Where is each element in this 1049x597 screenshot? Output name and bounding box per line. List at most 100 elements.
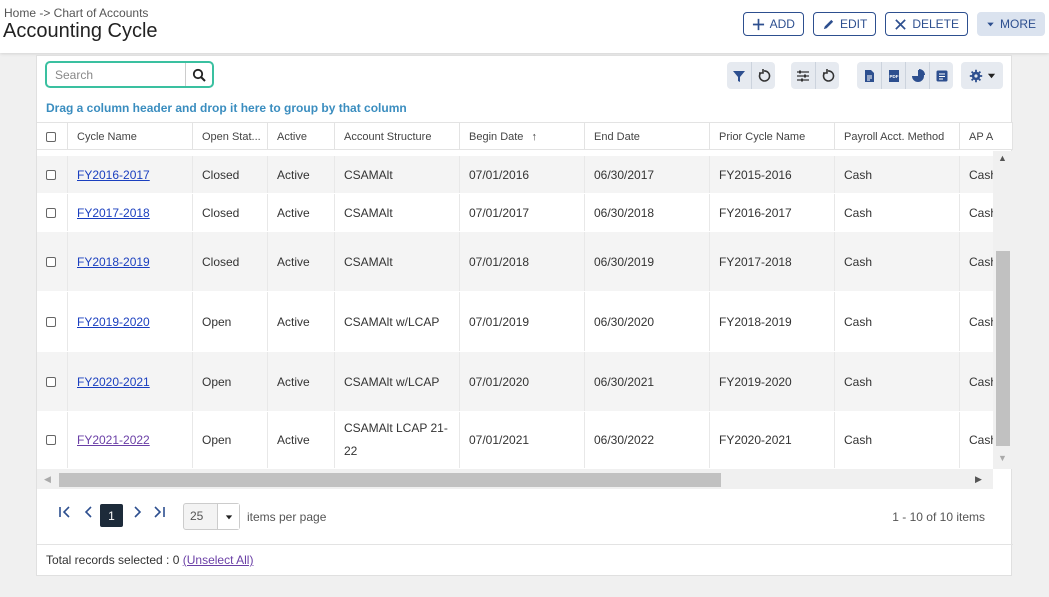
report-icon[interactable] (929, 62, 953, 89)
pager-info: 1 - 10 of 10 items (892, 510, 985, 524)
search-input[interactable]: Search (47, 63, 186, 86)
next-page-icon[interactable] (130, 505, 144, 522)
more-button[interactable]: MORE (977, 12, 1045, 36)
scroll-right-icon[interactable]: ▶ (975, 474, 982, 485)
row-checkbox[interactable] (46, 207, 56, 218)
action-bar: ADD EDIT DELETE MORE (742, 12, 1045, 36)
payroll-method-cell: Cash (835, 352, 960, 411)
cycle-name-cell: FY2021-2022 (68, 412, 193, 468)
first-page-icon[interactable] (58, 505, 72, 522)
column-header-label: AP A (969, 130, 994, 143)
scroll-left-icon[interactable]: ◀ (44, 474, 51, 485)
row-select-cell (37, 352, 68, 411)
active-cell: Active (268, 232, 335, 291)
column-header-open-status[interactable]: Open Stat... (193, 123, 268, 150)
pdf-icon[interactable]: PDF (881, 62, 905, 89)
scroll-down-icon[interactable]: ▼ (998, 453, 1007, 463)
page-size-select[interactable]: 25 (183, 503, 240, 530)
ap-method-cell: Cash (969, 254, 993, 269)
delete-button-label: DELETE (912, 17, 959, 31)
search-icon[interactable] (186, 63, 212, 86)
settings-menu[interactable] (961, 62, 1003, 89)
filter-icon[interactable] (727, 62, 751, 89)
row-checkbox[interactable] (46, 169, 56, 180)
items-per-page-label: items per page (247, 510, 327, 524)
grid-panel: Search PDF Drag a column header and drop… (36, 55, 1013, 576)
ap-method-cell: Cash (969, 167, 993, 182)
end-date-cell: 06/30/2022 (585, 412, 710, 468)
reset-columns-icon[interactable] (815, 62, 839, 89)
current-page-button[interactable]: 1 (100, 504, 123, 527)
add-button[interactable]: ADD (742, 12, 804, 36)
payroll-method-cell: Cash (835, 412, 960, 468)
group-by-hint[interactable]: Drag a column header and drop it here to… (46, 101, 407, 115)
scroll-up-icon[interactable]: ▲ (998, 153, 1007, 163)
column-header-label: Begin Date (469, 130, 524, 143)
edit-button-label: EDIT (839, 17, 868, 31)
column-header-ap-method[interactable]: AP A (960, 123, 1013, 150)
cycle-name-cell: FY2017-2018 (68, 194, 193, 231)
column-header-label: Account Structure (344, 130, 432, 143)
prior-cycle-name-cell: FY2015-2016 (710, 156, 835, 193)
column-header-begin-date[interactable]: Begin Date ↑ (460, 123, 585, 150)
pie-chart-icon[interactable] (905, 62, 929, 89)
column-header-label: Open Stat... (202, 130, 261, 143)
edit-button[interactable]: EDIT (812, 12, 877, 36)
document-icon[interactable] (857, 62, 881, 89)
column-header-payroll-method[interactable]: Payroll Acct. Method (835, 123, 960, 150)
active-cell: Active (268, 156, 335, 193)
chevron-down-icon[interactable] (217, 504, 239, 529)
horizontal-scrollbar[interactable]: ◀ ▶ (37, 469, 993, 489)
row-checkbox[interactable] (46, 376, 56, 387)
vertical-scroll-thumb[interactable] (996, 251, 1010, 446)
table-row[interactable]: FY2016-2017 Closed Active CSAMAlt 07/01/… (37, 156, 993, 194)
cycle-name-link[interactable]: FY2018-2019 (77, 255, 150, 269)
table-row[interactable]: FY2021-2022 Open Active CSAMAlt LCAP 21-… (37, 412, 993, 469)
previous-page-icon[interactable] (82, 505, 96, 522)
cycle-name-link[interactable]: FY2019-2020 (77, 315, 150, 329)
breadcrumb[interactable]: Home -> Chart of Accounts (4, 6, 148, 20)
table-row[interactable]: FY2017-2018 Closed Active CSAMAlt 07/01/… (37, 194, 993, 232)
column-header-account-structure[interactable]: Account Structure (335, 123, 460, 150)
active-cell: Active (268, 292, 335, 351)
table-row[interactable]: FY2020-2021 Open Active CSAMAlt w/LCAP 0… (37, 352, 993, 412)
cycle-name-cell: FY2019-2020 (68, 292, 193, 351)
last-page-icon[interactable] (152, 505, 166, 522)
selected-count-text: Total records selected : 0 (46, 553, 180, 567)
horizontal-scroll-thumb[interactable] (59, 473, 721, 487)
open-status-cell: Open (193, 292, 268, 351)
begin-date-cell: 07/01/2019 (460, 292, 585, 351)
payroll-method-cell: Cash (835, 156, 960, 193)
cycle-name-link[interactable]: FY2020-2021 (77, 375, 150, 389)
row-checkbox[interactable] (46, 435, 56, 445)
end-date-cell: 06/30/2019 (585, 232, 710, 291)
cycle-name-link[interactable]: FY2016-2017 (77, 168, 150, 182)
column-header-active[interactable]: Active (268, 123, 335, 150)
vertical-scrollbar[interactable]: ▲ ▼ (993, 151, 1013, 469)
cycle-name-cell: FY2020-2021 (68, 352, 193, 411)
cycle-name-link[interactable]: FY2021-2022 (77, 433, 150, 447)
open-status-cell: Open (193, 352, 268, 411)
table-row[interactable]: FY2018-2019 Closed Active CSAMAlt 07/01/… (37, 232, 993, 292)
account-structure-cell: CSAMAlt LCAP 21-22 (335, 412, 460, 468)
active-cell: Active (268, 352, 335, 411)
more-button-label: MORE (1000, 17, 1036, 31)
row-checkbox[interactable] (46, 256, 56, 267)
delete-button[interactable]: DELETE (885, 12, 968, 36)
payroll-method-cell: Cash (835, 194, 960, 231)
column-header-end-date[interactable]: End Date (585, 123, 710, 150)
begin-date-cell: 07/01/2020 (460, 352, 585, 411)
gear-icon[interactable] (961, 62, 1003, 89)
column-header-prior-cycle-name[interactable]: Prior Cycle Name (710, 123, 835, 150)
unselect-all-link[interactable]: (Unselect All) (183, 553, 254, 567)
column-settings-icon[interactable] (791, 62, 815, 89)
prior-cycle-name-cell: FY2016-2017 (710, 194, 835, 231)
cycle-name-cell: FY2016-2017 (68, 156, 193, 193)
end-date-cell: 06/30/2018 (585, 194, 710, 231)
reset-filter-icon[interactable] (751, 62, 775, 89)
row-checkbox[interactable] (46, 316, 56, 327)
cycle-name-link[interactable]: FY2017-2018 (77, 206, 150, 220)
select-all-checkbox[interactable] (46, 131, 56, 142)
table-row[interactable]: FY2019-2020 Open Active CSAMAlt w/LCAP 0… (37, 292, 993, 352)
column-header-cycle-name[interactable]: Cycle Name (68, 123, 193, 150)
